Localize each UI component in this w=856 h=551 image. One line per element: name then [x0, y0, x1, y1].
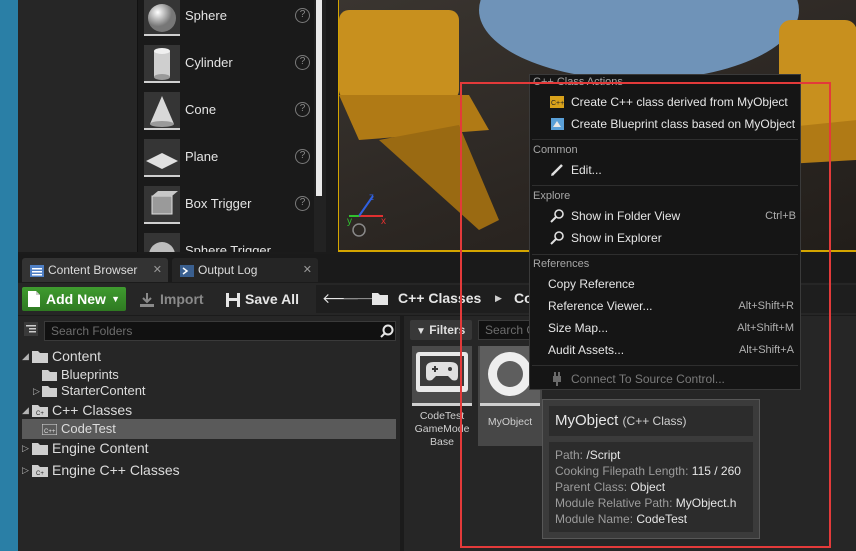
- help-icon[interactable]: ?: [295, 196, 310, 211]
- place-item-cylinder[interactable]: Cylinder ?: [138, 43, 314, 87]
- import-label: Import: [160, 291, 204, 307]
- place-item-label: Plane: [185, 149, 219, 164]
- svg-text:x: x: [381, 216, 386, 227]
- svg-text:C++: C++: [44, 429, 56, 435]
- collapse-arrow-icon[interactable]: ▷: [22, 443, 29, 454]
- place-actors-list: Sphere ? Cylinder ? Cone ? Plane ? Box T…: [138, 0, 326, 252]
- place-item-label: Cone: [185, 102, 217, 117]
- place-item-label: Cylinder: [185, 55, 233, 70]
- svg-text:C+: C+: [36, 411, 44, 417]
- help-icon[interactable]: ?: [295, 102, 310, 117]
- desktop-background: [0, 0, 18, 551]
- tree-item-cpp-classes[interactable]: C+ C++ Classes: [32, 400, 392, 420]
- place-item-label: Box Trigger: [185, 196, 252, 211]
- folder-icon: [372, 292, 388, 305]
- expand-arrow-icon[interactable]: ◢: [22, 405, 29, 416]
- tree-item-label: CodeTest: [61, 421, 116, 436]
- expand-arrow-icon[interactable]: ◢: [22, 351, 29, 362]
- folder-icon: [32, 351, 48, 364]
- collapse-arrow-icon[interactable]: ▷: [33, 386, 40, 397]
- import-icon: [140, 293, 154, 308]
- tab-content-browser[interactable]: Content Browser ✕: [22, 258, 168, 282]
- box-trigger-icon: [144, 186, 180, 224]
- folder-tree-panel: Search Folders ◢ Content Blueprints ▷ St…: [18, 316, 400, 551]
- plane-icon: [144, 139, 180, 177]
- sphere-trigger-icon: [144, 233, 180, 252]
- tree-item-content[interactable]: Content: [32, 346, 392, 366]
- sources-toggle-icon[interactable]: [24, 322, 38, 336]
- help-icon[interactable]: ?: [295, 55, 310, 70]
- new-file-icon: [28, 291, 40, 307]
- help-icon[interactable]: ?: [295, 149, 310, 164]
- tree-item-engine-cpp-classes[interactable]: C+ Engine C++ Classes: [32, 460, 392, 480]
- cpp-folder-icon: C++: [42, 424, 57, 436]
- tree-item-label: Blueprints: [61, 367, 119, 382]
- content-browser-icon: [30, 264, 44, 277]
- collapse-arrow-icon[interactable]: ▷: [22, 465, 29, 476]
- tree-item-label: Content: [52, 348, 102, 364]
- place-item-cone[interactable]: Cone ?: [138, 90, 314, 134]
- cpp-folder-icon: C+: [32, 465, 48, 478]
- svg-text:C+: C+: [36, 471, 44, 477]
- tree-item-label: Engine Content: [52, 440, 149, 456]
- tree-item-label: StarterContent: [61, 383, 146, 398]
- add-new-label: Add New: [46, 291, 106, 307]
- save-all-label: Save All: [245, 291, 299, 307]
- mode-panel: [18, 0, 138, 252]
- folder-icon: [42, 386, 57, 398]
- tree-item-label: Engine C++ Classes: [52, 462, 180, 478]
- search-icon: [380, 324, 394, 338]
- sphere-icon: [144, 0, 180, 36]
- highlight-annotation: [460, 82, 831, 548]
- output-log-icon: [180, 264, 194, 277]
- folder-icon: [32, 443, 48, 456]
- folder-icon: [42, 370, 57, 382]
- filter-icon: ▼: [416, 326, 426, 337]
- close-icon[interactable]: ✕: [153, 258, 162, 282]
- place-item-label: Sphere Trigger: [185, 243, 271, 252]
- tab-label: Content Browser: [48, 263, 138, 277]
- search-folders-input[interactable]: Search Folders: [44, 321, 396, 341]
- place-item-label: Sphere: [185, 8, 227, 23]
- place-list-scrollbar-thumb[interactable]: [316, 0, 322, 196]
- svg-text:y: y: [347, 216, 352, 227]
- place-item-sphere[interactable]: Sphere ?: [138, 0, 314, 40]
- place-item-box-trigger[interactable]: Box Trigger ?: [138, 184, 314, 228]
- place-item-plane[interactable]: Plane ?: [138, 137, 314, 181]
- dropdown-arrow-icon: ▼: [111, 294, 120, 304]
- tab-label: Output Log: [198, 263, 258, 277]
- tree-item-engine-content[interactable]: Engine Content: [32, 438, 392, 458]
- cpp-folder-icon: C+: [32, 405, 48, 418]
- import-button[interactable]: Import: [140, 287, 204, 311]
- tree-item-label: C++ Classes: [52, 402, 133, 418]
- cone-icon: [144, 92, 180, 130]
- svg-text:z: z: [369, 192, 374, 203]
- help-icon[interactable]: ?: [295, 8, 310, 23]
- tree-item-starter-content[interactable]: StarterContent: [42, 381, 392, 401]
- add-new-button[interactable]: Add New ▼: [22, 287, 126, 311]
- place-item-sphere-trigger[interactable]: Sphere Trigger: [138, 231, 314, 252]
- save-icon: [226, 293, 240, 308]
- close-icon[interactable]: ✕: [303, 258, 312, 282]
- save-all-button[interactable]: Save All: [226, 287, 299, 311]
- tree-item-codetest[interactable]: C++ CodeTest: [22, 419, 396, 439]
- tab-output-log[interactable]: Output Log ✕: [172, 258, 318, 282]
- cylinder-icon: [144, 45, 180, 83]
